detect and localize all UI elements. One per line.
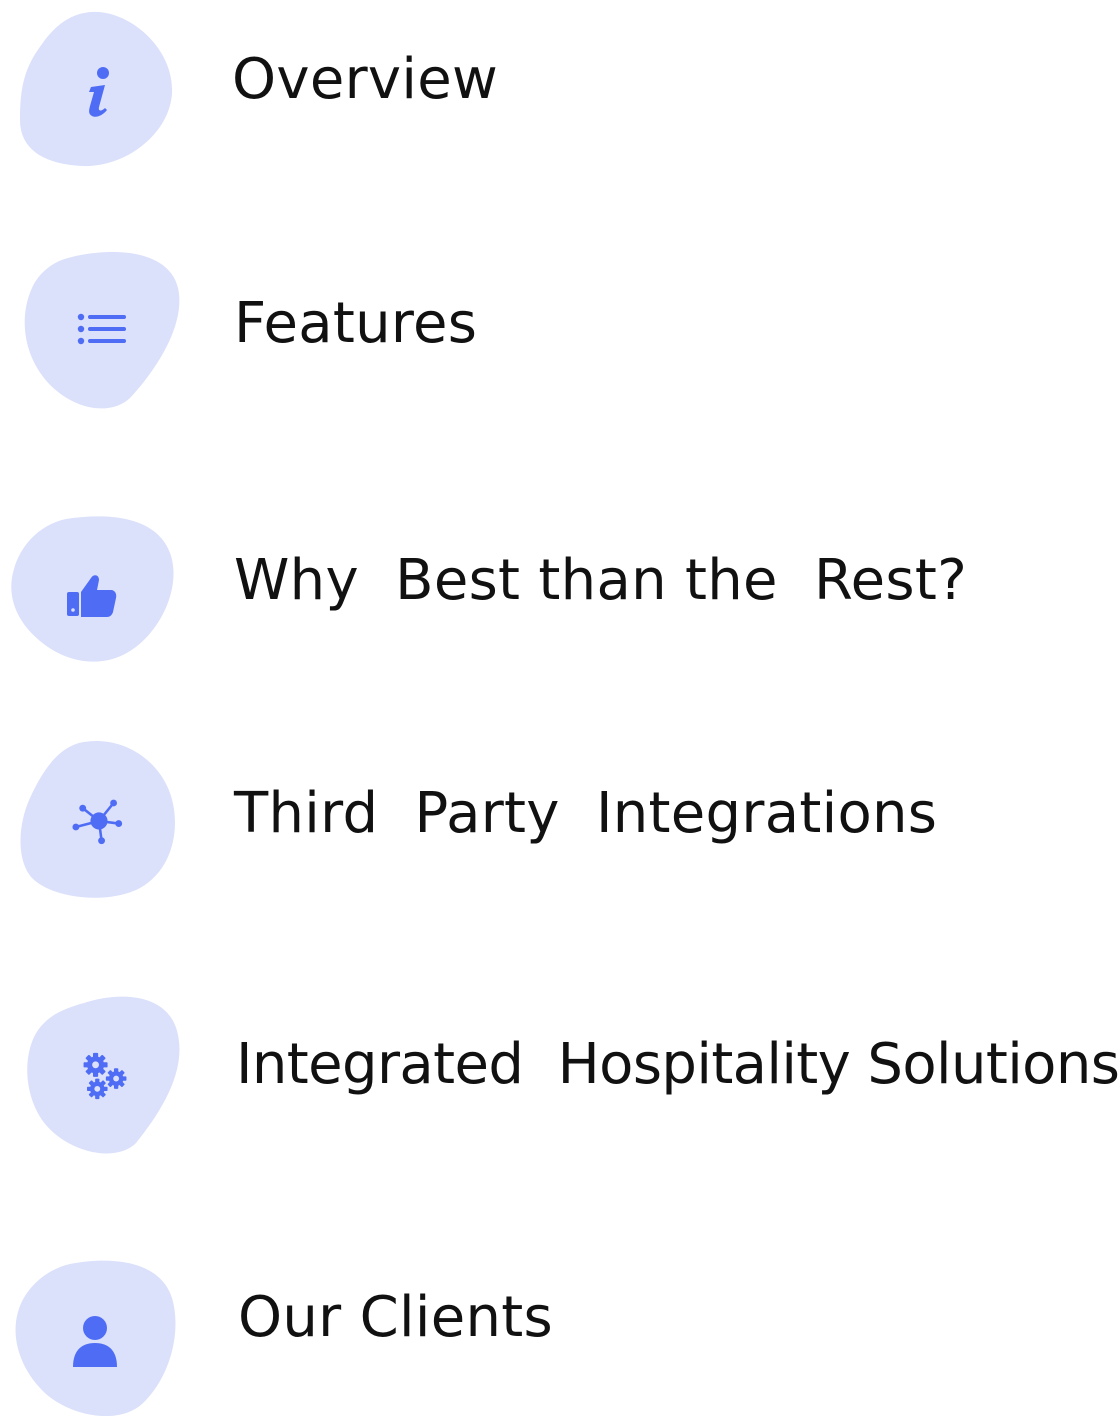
info-icon [89,66,109,117]
nav-item-label: Features [234,291,478,356]
icon-blob [14,8,184,173]
icon-blob [20,993,190,1158]
nav-item-label: Third Party Integrations [234,781,938,846]
nav-item-label: Overview [232,47,499,112]
icon-blob [10,1258,180,1423]
nav-item-our-clients[interactable]: Our Clients [0,1240,1118,1420]
thumbs-up-icon [67,574,117,617]
gears-icon [83,1052,127,1099]
nav-item-why-best[interactable]: Why Best than the Rest? [0,505,1118,685]
nav-item-features[interactable]: Features [0,240,1118,420]
icon-blob [18,248,188,413]
nav-item-third-party-integrations[interactable]: Third Party Integrations [0,730,1118,910]
network-icon [72,799,123,844]
user-icon [73,1315,117,1367]
nav-item-label: Our Clients [238,1285,553,1350]
list-icon [77,313,126,344]
nav-item-label: Integrated Hospitality Solutions [236,1032,1118,1097]
nav-item-overview[interactable]: Overview [0,0,1118,180]
icon-blob [14,738,184,903]
icon-blob [6,513,176,678]
nav-item-integrated-hospitality-solutions[interactable]: Integrated Hospitality Solutions [0,985,1118,1165]
nav-item-label: Why Best than the Rest? [234,548,968,613]
